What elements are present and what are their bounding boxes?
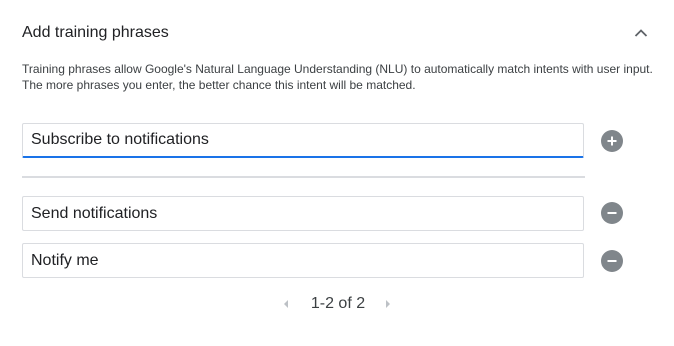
collapse-button[interactable] xyxy=(628,22,654,44)
new-phrase-field xyxy=(22,123,584,158)
chevron-left-icon xyxy=(284,300,288,308)
description-line: Training phrases allow Google's Natural … xyxy=(22,62,653,76)
phrase-row xyxy=(22,243,584,278)
new-phrase-input[interactable] xyxy=(23,124,583,156)
add-circle-icon xyxy=(607,136,617,146)
phrase-input[interactable] xyxy=(23,197,583,230)
description-line: The more phrases you enter, the better c… xyxy=(22,78,416,92)
section-description: Training phrases allow Google's Natural … xyxy=(22,61,662,93)
next-page-button[interactable] xyxy=(381,297,395,311)
divider xyxy=(22,176,585,178)
remove-circle-icon xyxy=(607,212,617,214)
chevron-right-icon xyxy=(386,300,390,308)
pagination: 1-2 of 2 xyxy=(0,293,674,315)
section-title: Add training phrases xyxy=(22,24,169,41)
previous-page-button[interactable] xyxy=(279,297,293,311)
remove-circle-icon xyxy=(607,260,617,262)
remove-phrase-button[interactable] xyxy=(601,250,623,272)
remove-phrase-button[interactable] xyxy=(601,202,623,224)
phrase-input[interactable] xyxy=(23,244,583,277)
chevron-up-icon xyxy=(634,29,648,37)
phrase-row xyxy=(22,196,584,231)
pagination-label: 1-2 of 2 xyxy=(310,295,366,312)
add-phrase-button[interactable] xyxy=(601,130,623,152)
